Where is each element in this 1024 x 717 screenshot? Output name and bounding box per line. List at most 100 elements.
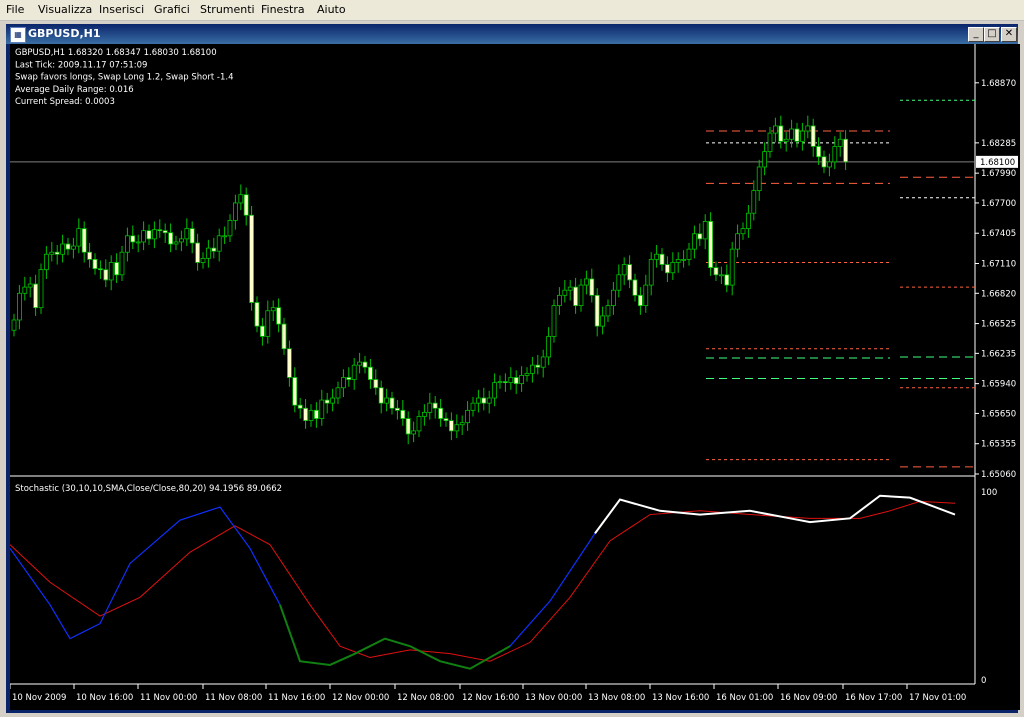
candle-body bbox=[540, 356, 546, 368]
candle-body bbox=[389, 397, 395, 409]
time-tick-label: 16 Nov 01:00 bbox=[716, 693, 773, 703]
time-tick-label: 17 Nov 01:00 bbox=[909, 693, 966, 703]
candle-body bbox=[589, 278, 595, 296]
price-tick-label: 1.68285 bbox=[981, 139, 1016, 149]
candle-body bbox=[562, 289, 568, 296]
candle-body bbox=[762, 151, 767, 168]
candle-body bbox=[259, 325, 265, 337]
candle-body bbox=[497, 381, 503, 384]
candle-body bbox=[573, 286, 578, 307]
candle-body bbox=[648, 259, 654, 286]
menu-aiuto[interactable]: Aiuto bbox=[317, 3, 346, 16]
candle-body bbox=[486, 397, 492, 404]
candle-body bbox=[659, 253, 665, 265]
time-tick-label: 12 Nov 08:00 bbox=[397, 693, 454, 703]
candle-body bbox=[578, 284, 584, 307]
indicator-axis-top: 100 bbox=[981, 488, 997, 498]
candle-body bbox=[508, 377, 514, 384]
candle-body bbox=[92, 259, 98, 270]
maximize-button[interactable]: □ bbox=[984, 27, 1000, 42]
candle-body bbox=[805, 125, 811, 132]
candle-body bbox=[108, 262, 114, 281]
candle-body bbox=[11, 319, 17, 331]
candle-body bbox=[276, 307, 282, 325]
candle-body bbox=[378, 387, 384, 404]
candle-body bbox=[421, 411, 427, 417]
menu-grafici[interactable]: Grafici bbox=[154, 3, 190, 16]
candle-body bbox=[232, 202, 238, 221]
candle-body bbox=[605, 305, 611, 317]
menu-visualizza[interactable]: Visualizza bbox=[38, 3, 92, 16]
candle-body bbox=[475, 397, 481, 404]
candle-body bbox=[513, 377, 519, 385]
time-tick-label: 13 Nov 16:00 bbox=[652, 693, 709, 703]
candle-body bbox=[524, 372, 530, 376]
candle-body bbox=[427, 402, 433, 413]
candle-body bbox=[632, 279, 638, 296]
time-tick-label: 10 Nov 16:00 bbox=[76, 693, 133, 703]
candle-body bbox=[600, 315, 605, 327]
menu-finestra[interactable]: Finestra bbox=[261, 3, 305, 16]
menu-file[interactable]: File bbox=[6, 3, 24, 16]
candle-body bbox=[638, 294, 643, 307]
stochastic-signal-line bbox=[10, 500, 956, 662]
candle-body bbox=[756, 166, 762, 192]
candle-body bbox=[724, 274, 730, 286]
time-tick-label: 12 Nov 16:00 bbox=[462, 693, 519, 703]
candle-body bbox=[519, 375, 525, 385]
price-tick-label: 1.65060 bbox=[981, 470, 1016, 480]
close-button[interactable]: ✕ bbox=[1001, 27, 1017, 42]
candle-body bbox=[346, 377, 352, 380]
candle-body bbox=[60, 243, 65, 255]
candle-body bbox=[746, 212, 751, 230]
info-line: Current Spread: 0.0003 bbox=[15, 97, 115, 107]
candle-body bbox=[141, 230, 147, 243]
candle-body bbox=[373, 379, 379, 389]
price-tick-label: 1.65355 bbox=[981, 440, 1016, 450]
candle-body bbox=[222, 235, 228, 238]
candle-body bbox=[211, 247, 217, 252]
candle-body bbox=[27, 283, 33, 288]
candle-body bbox=[654, 253, 659, 260]
candle-body bbox=[351, 364, 357, 380]
candle-body bbox=[751, 190, 757, 214]
info-line: GBPUSD,H1 1.68320 1.68347 1.68030 1.6810… bbox=[15, 48, 217, 58]
window-title: GBPUSD,H1 bbox=[28, 27, 101, 40]
menu-bar: File Visualizza Inserisci Grafici Strumenti F… bbox=[0, 0, 1024, 21]
candle-body bbox=[411, 430, 417, 435]
candle-body bbox=[708, 221, 713, 269]
menu-inserisci[interactable]: Inserisci bbox=[99, 3, 144, 16]
price-tick-label: 1.67110 bbox=[981, 260, 1016, 270]
candle-body bbox=[443, 418, 449, 422]
candle-body bbox=[794, 128, 800, 142]
time-tick-label: 11 Nov 16:00 bbox=[268, 693, 325, 703]
candle-body bbox=[843, 138, 848, 163]
candle-body bbox=[319, 399, 325, 419]
info-line: Swap favors longs, Swap Long 1.2, Swap S… bbox=[15, 73, 234, 83]
candle-body bbox=[810, 125, 816, 147]
indicator-axis-bottom: 0 bbox=[981, 676, 986, 686]
candle-body bbox=[146, 230, 152, 240]
candle-body bbox=[340, 377, 346, 389]
candle-body bbox=[184, 228, 190, 240]
candle-body bbox=[816, 146, 821, 158]
time-tick-label: 11 Nov 00:00 bbox=[140, 693, 197, 703]
candle-body bbox=[151, 229, 157, 240]
candle-body bbox=[98, 268, 103, 271]
window-title-bar[interactable]: ▦ GBPUSD,H1 _ □ ✕ bbox=[6, 24, 1018, 44]
candle-body bbox=[789, 128, 794, 140]
chart-canvas[interactable]: 1.68870 1.68285 1.67990 1.67700 1.67405 1.671… bbox=[10, 44, 1020, 710]
minimize-button[interactable]: _ bbox=[968, 27, 984, 42]
candle-body bbox=[168, 232, 174, 245]
candle-body bbox=[584, 278, 589, 286]
candle-body bbox=[65, 243, 71, 250]
time-tick-label: 11 Nov 08:00 bbox=[205, 693, 262, 703]
candle-body bbox=[665, 264, 670, 274]
candle-body bbox=[394, 407, 400, 411]
candle-body bbox=[81, 228, 87, 253]
candle-body bbox=[103, 269, 109, 281]
candle-body bbox=[189, 228, 195, 244]
candle-body bbox=[530, 364, 535, 374]
menu-strumenti[interactable]: Strumenti bbox=[200, 3, 255, 16]
candle-body bbox=[313, 409, 319, 419]
